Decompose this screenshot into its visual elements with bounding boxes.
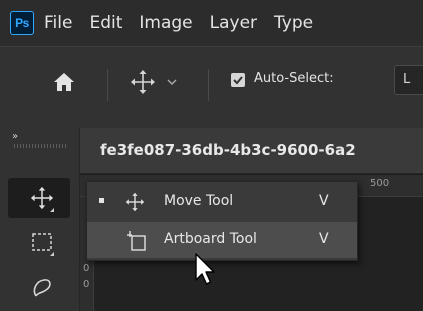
menu-file[interactable]: File <box>44 13 72 33</box>
auto-select-label: Auto-Select: <box>254 71 334 86</box>
menu-layer[interactable]: Layer <box>210 13 257 33</box>
artboard-icon <box>127 231 146 251</box>
panel-grip[interactable] <box>14 144 66 148</box>
rect-marquee-icon <box>32 233 52 251</box>
tool-group-indicator <box>50 208 54 212</box>
flyout-item-move-tool[interactable]: Move Tool V <box>87 184 357 220</box>
document-tab[interactable]: fe3fe087-36db-4b3c-9600-6a2 <box>80 128 423 174</box>
auto-select-checkbox[interactable] <box>231 73 245 87</box>
home-icon[interactable] <box>53 71 75 93</box>
move-tool-flyout: Move Tool V Artboard Tool V <box>86 181 358 261</box>
checkmark-icon <box>233 76 243 85</box>
marquee-tool-button[interactable] <box>8 222 70 262</box>
ruler-tick-label: 0 <box>83 263 90 274</box>
tools-panel: » <box>0 128 80 311</box>
menu-image[interactable]: Image <box>139 13 192 33</box>
ruler-tick-label: 0 <box>83 279 90 290</box>
flyout-item-label: Artboard Tool <box>164 231 257 247</box>
mouse-pointer-icon <box>195 253 215 285</box>
move-icon[interactable] <box>130 69 156 95</box>
selected-bullet-icon <box>99 198 104 203</box>
flyout-item-shortcut: V <box>319 231 329 247</box>
move-icon <box>30 186 54 210</box>
menu-edit[interactable]: Edit <box>89 13 122 33</box>
flyout-item-artboard-tool[interactable]: Artboard Tool V <box>87 222 357 258</box>
document-tab-title: fe3fe087-36db-4b3c-9600-6a2 <box>100 141 356 159</box>
chevron-down-icon[interactable] <box>166 76 178 88</box>
options-divider <box>208 69 209 101</box>
expand-panel-button[interactable]: » <box>12 131 18 142</box>
tool-group-indicator <box>50 252 54 256</box>
photoshop-logo-icon[interactable]: Ps <box>10 11 34 35</box>
options-bar: Auto-Select: L <box>0 46 423 128</box>
menu-bar: Ps File Edit Image Layer Type <box>0 0 423 46</box>
options-divider <box>107 69 108 101</box>
move-icon <box>125 192 145 212</box>
flyout-item-label: Move Tool <box>164 193 234 209</box>
lasso-tool-button[interactable] <box>8 268 70 308</box>
ruler-tick-label: 500 <box>370 178 390 189</box>
lasso-icon <box>33 279 51 297</box>
auto-select-target-dropdown[interactable]: L <box>394 65 423 95</box>
move-tool-button[interactable] <box>8 178 70 218</box>
flyout-item-shortcut: V <box>319 193 329 209</box>
menu-type[interactable]: Type <box>274 13 313 33</box>
